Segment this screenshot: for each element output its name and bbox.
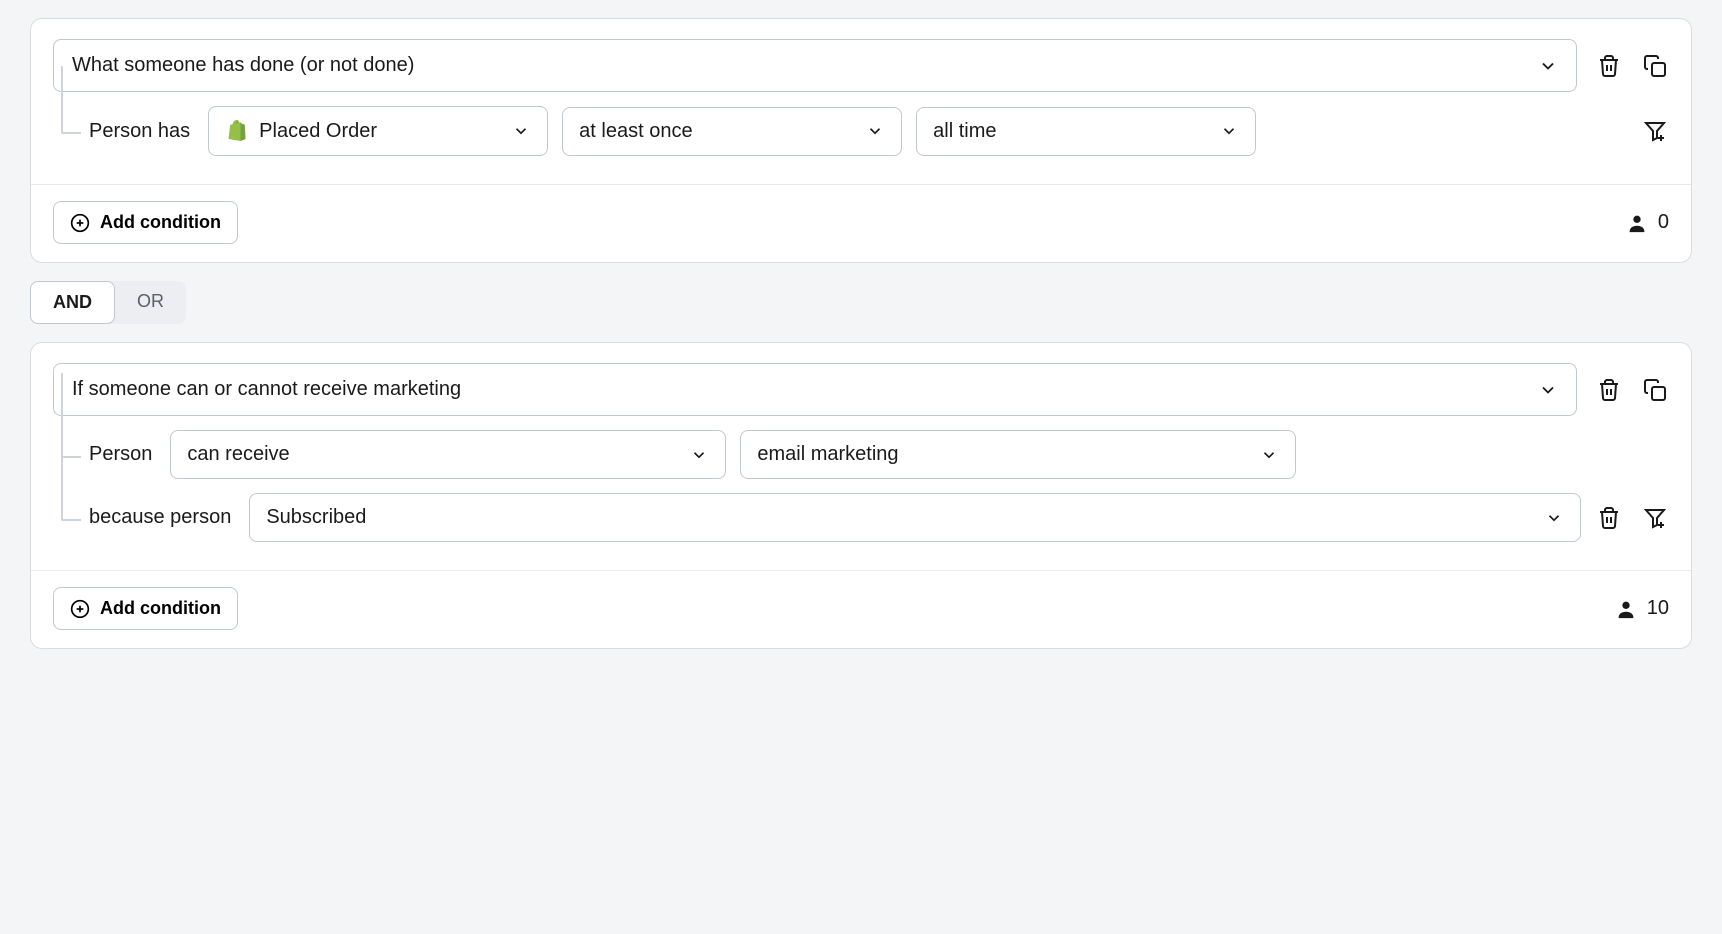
chevron-down-icon (1259, 445, 1279, 465)
condition-type-row: What someone has done (or not done) (53, 39, 1669, 92)
delete-row-button[interactable] (1595, 504, 1623, 532)
frequency-select-value: at least once (579, 120, 692, 143)
logic-or-option[interactable]: OR (115, 281, 186, 324)
chevron-down-icon (511, 121, 531, 141)
add-condition-button[interactable]: Add condition (53, 201, 238, 244)
chevron-down-icon (689, 445, 709, 465)
condition-type-row: If someone can or cannot receive marketi… (53, 363, 1669, 416)
row-prefix-label: because person (89, 506, 231, 529)
profile-count-value: 0 (1658, 211, 1669, 234)
person-icon (1615, 598, 1637, 620)
timeframe-select-value: all time (933, 120, 996, 143)
condition-type-select[interactable]: If someone can or cannot receive marketi… (53, 363, 1577, 416)
add-condition-label: Add condition (100, 212, 221, 233)
chevron-down-icon (1538, 56, 1558, 76)
condition-type-select[interactable]: What someone has done (or not done) (53, 39, 1577, 92)
condition-row: Person can receive email marketing (89, 430, 1669, 479)
condition-group-1: What someone has done (or not done) Pers… (30, 18, 1692, 263)
reason-select-value: Subscribed (266, 506, 366, 529)
duplicate-group-button[interactable] (1641, 52, 1669, 80)
chevron-down-icon (1219, 121, 1239, 141)
reason-select[interactable]: Subscribed (249, 493, 1581, 542)
frequency-select[interactable]: at least once (562, 107, 902, 156)
condition-type-label: What someone has done (or not done) (72, 54, 414, 77)
card-footer: Add condition 0 (53, 185, 1669, 262)
condition-group-2: If someone can or cannot receive marketi… (30, 342, 1692, 649)
channel-select[interactable]: email marketing (740, 430, 1296, 479)
chevron-down-icon (1544, 508, 1564, 528)
timeframe-select[interactable]: all time (916, 107, 1256, 156)
receive-ability-value: can receive (187, 443, 289, 466)
add-condition-label: Add condition (100, 598, 221, 619)
logic-and-option[interactable]: AND (30, 281, 115, 324)
condition-row: Person has Placed Order at least once al… (89, 106, 1669, 156)
event-select[interactable]: Placed Order (208, 106, 548, 156)
add-filter-button[interactable] (1641, 504, 1669, 532)
profile-count: 0 (1626, 211, 1669, 234)
profile-count: 10 (1615, 597, 1669, 620)
card-footer: Add condition 10 (53, 571, 1669, 648)
receive-ability-select[interactable]: can receive (170, 430, 726, 479)
event-select-value: Placed Order (259, 120, 377, 143)
person-icon (1626, 212, 1648, 234)
add-filter-button[interactable] (1641, 117, 1669, 145)
row-actions (1595, 504, 1669, 532)
logic-toggle: AND OR (30, 281, 186, 324)
profile-count-value: 10 (1647, 597, 1669, 620)
row-actions (1641, 117, 1669, 145)
chevron-down-icon (865, 121, 885, 141)
condition-row: because person Subscribed (89, 493, 1669, 542)
row-prefix-label: Person (89, 443, 152, 466)
shopify-icon (225, 119, 249, 143)
duplicate-group-button[interactable] (1641, 376, 1669, 404)
delete-group-button[interactable] (1595, 376, 1623, 404)
channel-select-value: email marketing (757, 443, 898, 466)
delete-group-button[interactable] (1595, 52, 1623, 80)
condition-type-label: If someone can or cannot receive marketi… (72, 378, 461, 401)
row-prefix-label: Person has (89, 120, 190, 143)
chevron-down-icon (1538, 380, 1558, 400)
add-condition-button[interactable]: Add condition (53, 587, 238, 630)
